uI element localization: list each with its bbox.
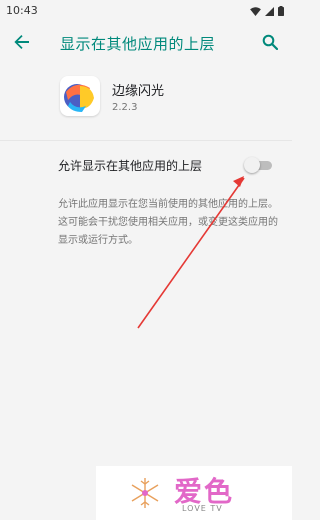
page-title: 显示在其他应用的上层 xyxy=(60,35,216,53)
watermark: 爱色 LOVE TV xyxy=(96,466,292,520)
app-bar: 显示在其他应用的上层 xyxy=(0,20,292,68)
toggle-thumb xyxy=(244,157,260,173)
app-name: 边缘闪光 xyxy=(112,84,165,99)
overlay-permission-label: 允许显示在其他应用的上层 xyxy=(58,159,203,173)
watermark-text-en: LOVE TV xyxy=(182,504,223,513)
permission-description: 允许此应用显示在您当前使用的其他应用的上层。这可能会干扰您使用相关应用，或变更这… xyxy=(58,199,278,246)
status-icons xyxy=(250,1,284,20)
battery-icon xyxy=(278,1,284,20)
signal-icon xyxy=(265,1,274,20)
status-bar: 10:43 xyxy=(0,0,292,20)
status-time: 10:43 xyxy=(6,3,38,17)
search-icon xyxy=(262,34,279,54)
app-version: 2.2.3 xyxy=(112,102,138,113)
arrow-back-icon xyxy=(14,34,30,54)
snowflake-logo-icon xyxy=(130,476,160,510)
wifi-icon xyxy=(250,1,261,20)
back-button[interactable] xyxy=(10,32,34,56)
search-button[interactable] xyxy=(258,32,282,56)
overlay-permission-toggle[interactable] xyxy=(244,157,272,173)
overlay-permission-row[interactable]: 允许显示在其他应用的上层 xyxy=(0,145,292,181)
app-header: 边缘闪光 2.2.3 xyxy=(0,72,292,132)
app-icon xyxy=(60,76,100,116)
divider xyxy=(0,140,292,141)
